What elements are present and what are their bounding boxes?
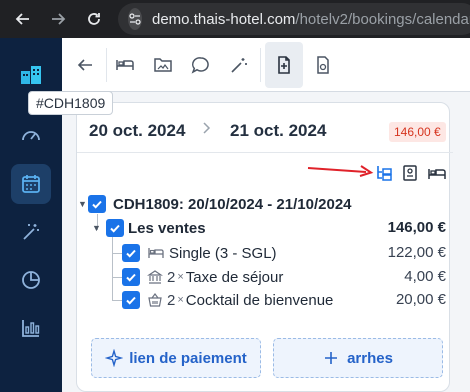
tree-connector — [112, 277, 122, 278]
checkmark-icon — [126, 273, 136, 282]
checkmark-icon — [126, 249, 136, 258]
pie-chart-icon — [22, 271, 40, 289]
tree-row-sales: ▼ Les ventes — [92, 217, 206, 239]
site-info-icon[interactable] — [128, 8, 142, 30]
total-price-badge: 146,00 € — [389, 122, 446, 142]
checkmark-icon — [126, 296, 136, 305]
id-card-icon — [403, 165, 417, 181]
folder-image-icon — [154, 58, 172, 72]
magic-wand-icon — [231, 58, 247, 73]
item-checkbox[interactable] — [122, 244, 140, 262]
bed-icon — [428, 169, 446, 179]
sidebar-item-calendar[interactable] — [11, 164, 51, 204]
toolbar-folder-button[interactable] — [144, 45, 182, 85]
bed-icon — [116, 60, 134, 70]
sidebar-item-reports[interactable] — [11, 260, 51, 300]
toolbar-settings-doc-button[interactable] — [304, 45, 342, 85]
sales-total: 146,00 € — [387, 219, 446, 236]
reload-icon — [88, 13, 100, 25]
payment-link-label: lien de paiement — [129, 349, 247, 367]
tree-row-item: 2 × Cocktail de bienvenue — [122, 289, 333, 311]
tree-row-booking: ▼ CDH1809: 20/10/2024 - 21/10/2024 — [78, 193, 352, 215]
tree-connector — [112, 237, 113, 301]
booking-checkbox[interactable] — [88, 195, 106, 213]
sales-checkbox[interactable] — [106, 219, 124, 237]
browser-toolbar: demo.thais-hotel.com/hotelv2/bookings/ca… — [0, 0, 470, 38]
times-symbol: × — [177, 271, 184, 283]
item-price: 20,00 € — [395, 291, 446, 308]
chat-bubble-icon — [191, 57, 209, 74]
url-host: demo.thais-hotel.com — [152, 10, 296, 28]
deposit-button[interactable]: arrhes — [273, 338, 443, 378]
card-header-divider — [77, 152, 453, 153]
url-path: /hotelv2/bookings/calendar? — [295, 10, 470, 28]
item-checkbox[interactable] — [122, 268, 140, 286]
arrow-right-icon — [52, 13, 66, 25]
plus-icon — [325, 352, 338, 364]
item-price: 122,00 € — [387, 244, 446, 261]
checkmark-icon — [110, 224, 120, 233]
caret-down-icon[interactable]: ▼ — [92, 223, 102, 233]
hotel-logo-icon[interactable] — [19, 62, 43, 86]
document-settings-icon — [317, 56, 329, 74]
gauge-icon — [22, 131, 40, 141]
toolbar-back-button[interactable] — [66, 45, 104, 85]
sidebar-item-magic[interactable] — [11, 212, 51, 252]
booking-toolbar — [62, 38, 470, 92]
tree-structure-icon — [377, 166, 392, 181]
checkmark-icon — [92, 200, 102, 209]
departure-date: 21 oct. 2024 — [230, 121, 327, 140]
room-view-button[interactable] — [425, 162, 449, 184]
guest-view-button[interactable] — [398, 162, 422, 184]
caret-down-icon[interactable]: ▼ — [78, 199, 88, 209]
toolbar-magic-button[interactable] — [220, 45, 258, 85]
tree-row-item: 2 × Taxe de séjour — [122, 266, 283, 288]
times-symbol: × — [177, 294, 184, 306]
magic-wand-icon — [23, 224, 39, 240]
item-label: Single (3 - SGL) — [169, 244, 277, 262]
bed-icon — [147, 245, 165, 261]
booking-reference-tag: #CDH1809 — [28, 91, 114, 115]
browser-reload-button[interactable] — [83, 8, 105, 30]
booking-label: CDH1809: 20/10/2024 - 21/10/2024 — [113, 195, 352, 213]
browser-forward-button[interactable] — [47, 8, 69, 30]
annotation-arrow-icon — [307, 165, 374, 177]
arrow-left-icon — [15, 13, 29, 25]
item-price: 4,00 € — [404, 268, 446, 285]
item-checkbox[interactable] — [122, 291, 140, 309]
toolbar-chat-button[interactable] — [182, 45, 220, 85]
toolbar-add-document-button[interactable] — [265, 42, 303, 88]
payment-link-button[interactable]: lien de paiement — [91, 338, 261, 378]
item-quantity: 2 — [167, 291, 176, 309]
item-label: Taxe de séjour — [185, 268, 284, 286]
tree-view-button[interactable] — [372, 162, 396, 184]
chevron-right-icon — [201, 121, 211, 139]
browser-back-button[interactable] — [12, 8, 34, 30]
calendar-icon — [22, 175, 40, 193]
document-add-icon — [278, 56, 290, 74]
toolbar-room-button[interactable] — [106, 45, 144, 85]
tree-row-item: Single (3 - SGL) — [122, 242, 277, 264]
sidebar-item-dashboard[interactable] — [11, 116, 51, 156]
item-quantity: 2 — [167, 268, 176, 286]
sidebar-item-stats[interactable] — [11, 308, 51, 348]
sales-label: Les ventes — [128, 219, 206, 237]
tree-connector — [112, 300, 122, 301]
deposit-label: arrhes — [347, 349, 393, 367]
toolbar-divider — [260, 48, 261, 82]
basket-icon — [147, 292, 163, 308]
arrival-date: 20 oct. 2024 — [89, 121, 186, 140]
bank-icon — [147, 269, 163, 285]
sparkle-icon — [105, 349, 124, 367]
arrow-left-icon — [77, 59, 92, 71]
item-label: Cocktail de bienvenue — [185, 291, 334, 309]
address-bar[interactable]: demo.thais-hotel.com/hotelv2/bookings/ca… — [118, 3, 470, 35]
tree-connector — [112, 253, 122, 254]
bar-stats-icon — [22, 320, 40, 337]
